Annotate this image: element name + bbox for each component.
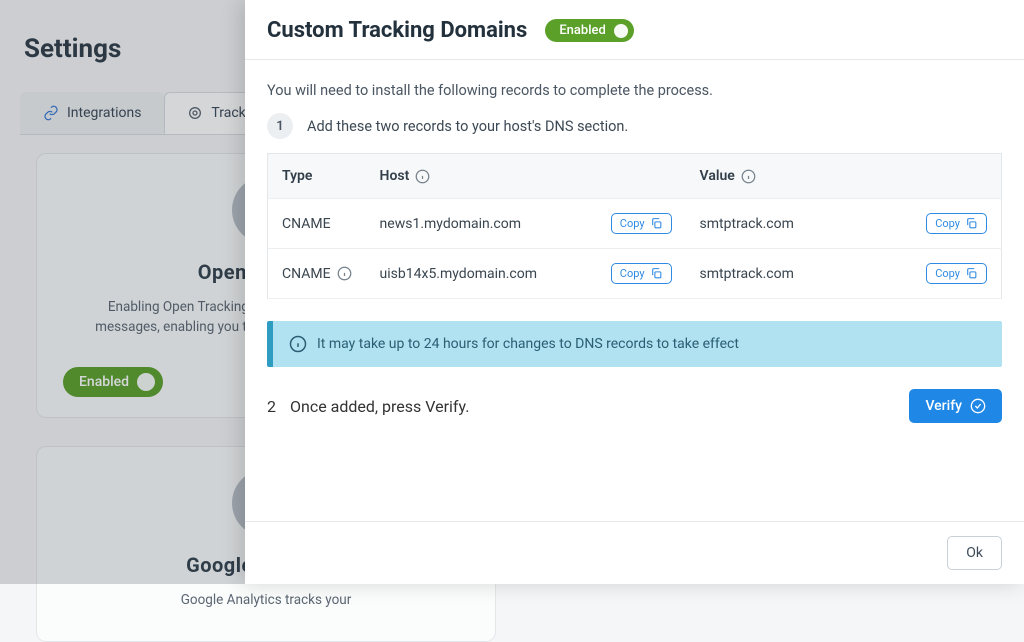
copy-icon — [965, 267, 978, 280]
cell-host: news1.mydomain.com Copy — [366, 199, 686, 249]
toggle-knob — [614, 24, 628, 38]
table-row: CNAME uisb14x5.mydomain.com Copy — [268, 249, 1002, 299]
cell-value: smtptrack.com Copy — [686, 249, 1002, 299]
modal-intro: You will need to install the following r… — [267, 82, 1002, 99]
copy-icon — [650, 267, 663, 280]
modal-title: Custom Tracking Domains — [267, 18, 527, 43]
info-icon[interactable] — [415, 169, 430, 184]
copy-value-button[interactable]: Copy — [926, 263, 987, 284]
step-2-row: 2 Once added, press Verify. Verify — [267, 389, 1002, 423]
modal-status-toggle[interactable]: Enabled — [545, 19, 634, 42]
step-number: 1 — [267, 113, 293, 139]
copy-host-button[interactable]: Copy — [611, 213, 672, 234]
ok-button[interactable]: Ok — [947, 536, 1002, 570]
cell-value: smtptrack.com Copy — [686, 199, 1002, 249]
col-type: Type — [268, 154, 366, 199]
step-1: 1 Add these two records to your host's D… — [267, 113, 1002, 139]
step-text: Add these two records to your host's DNS… — [307, 118, 628, 135]
step-number: 2 — [267, 397, 276, 416]
dns-propagation-notice: It may take up to 24 hours for changes t… — [267, 321, 1002, 367]
card-desc: Google Analytics tracks your — [86, 591, 446, 611]
verify-button[interactable]: Verify — [909, 389, 1002, 423]
col-value: Value — [686, 154, 1002, 199]
cell-type: CNAME — [268, 249, 366, 299]
step-text: Once added, press Verify. — [290, 397, 469, 416]
modal-body: You will need to install the following r… — [245, 60, 1024, 521]
modal-footer: Ok — [245, 521, 1024, 584]
cell-type: CNAME — [268, 199, 366, 249]
dns-records-table: Type Host Value — [267, 153, 1002, 299]
modal-header: Custom Tracking Domains Enabled — [245, 0, 1024, 60]
cell-host: uisb14x5.mydomain.com Copy — [366, 249, 686, 299]
toggle-label: Enabled — [559, 23, 606, 38]
info-icon — [289, 335, 307, 353]
copy-icon — [650, 217, 663, 230]
info-icon[interactable] — [741, 169, 756, 184]
custom-tracking-domains-modal: Custom Tracking Domains Enabled You will… — [245, 0, 1024, 584]
copy-icon — [965, 217, 978, 230]
check-circle-icon — [970, 398, 986, 414]
table-row: CNAME news1.mydomain.com Copy — [268, 199, 1002, 249]
info-icon[interactable] — [337, 266, 352, 281]
copy-host-button[interactable]: Copy — [611, 263, 672, 284]
copy-value-button[interactable]: Copy — [926, 213, 987, 234]
col-host: Host — [366, 154, 686, 199]
notice-text: It may take up to 24 hours for changes t… — [317, 336, 739, 352]
